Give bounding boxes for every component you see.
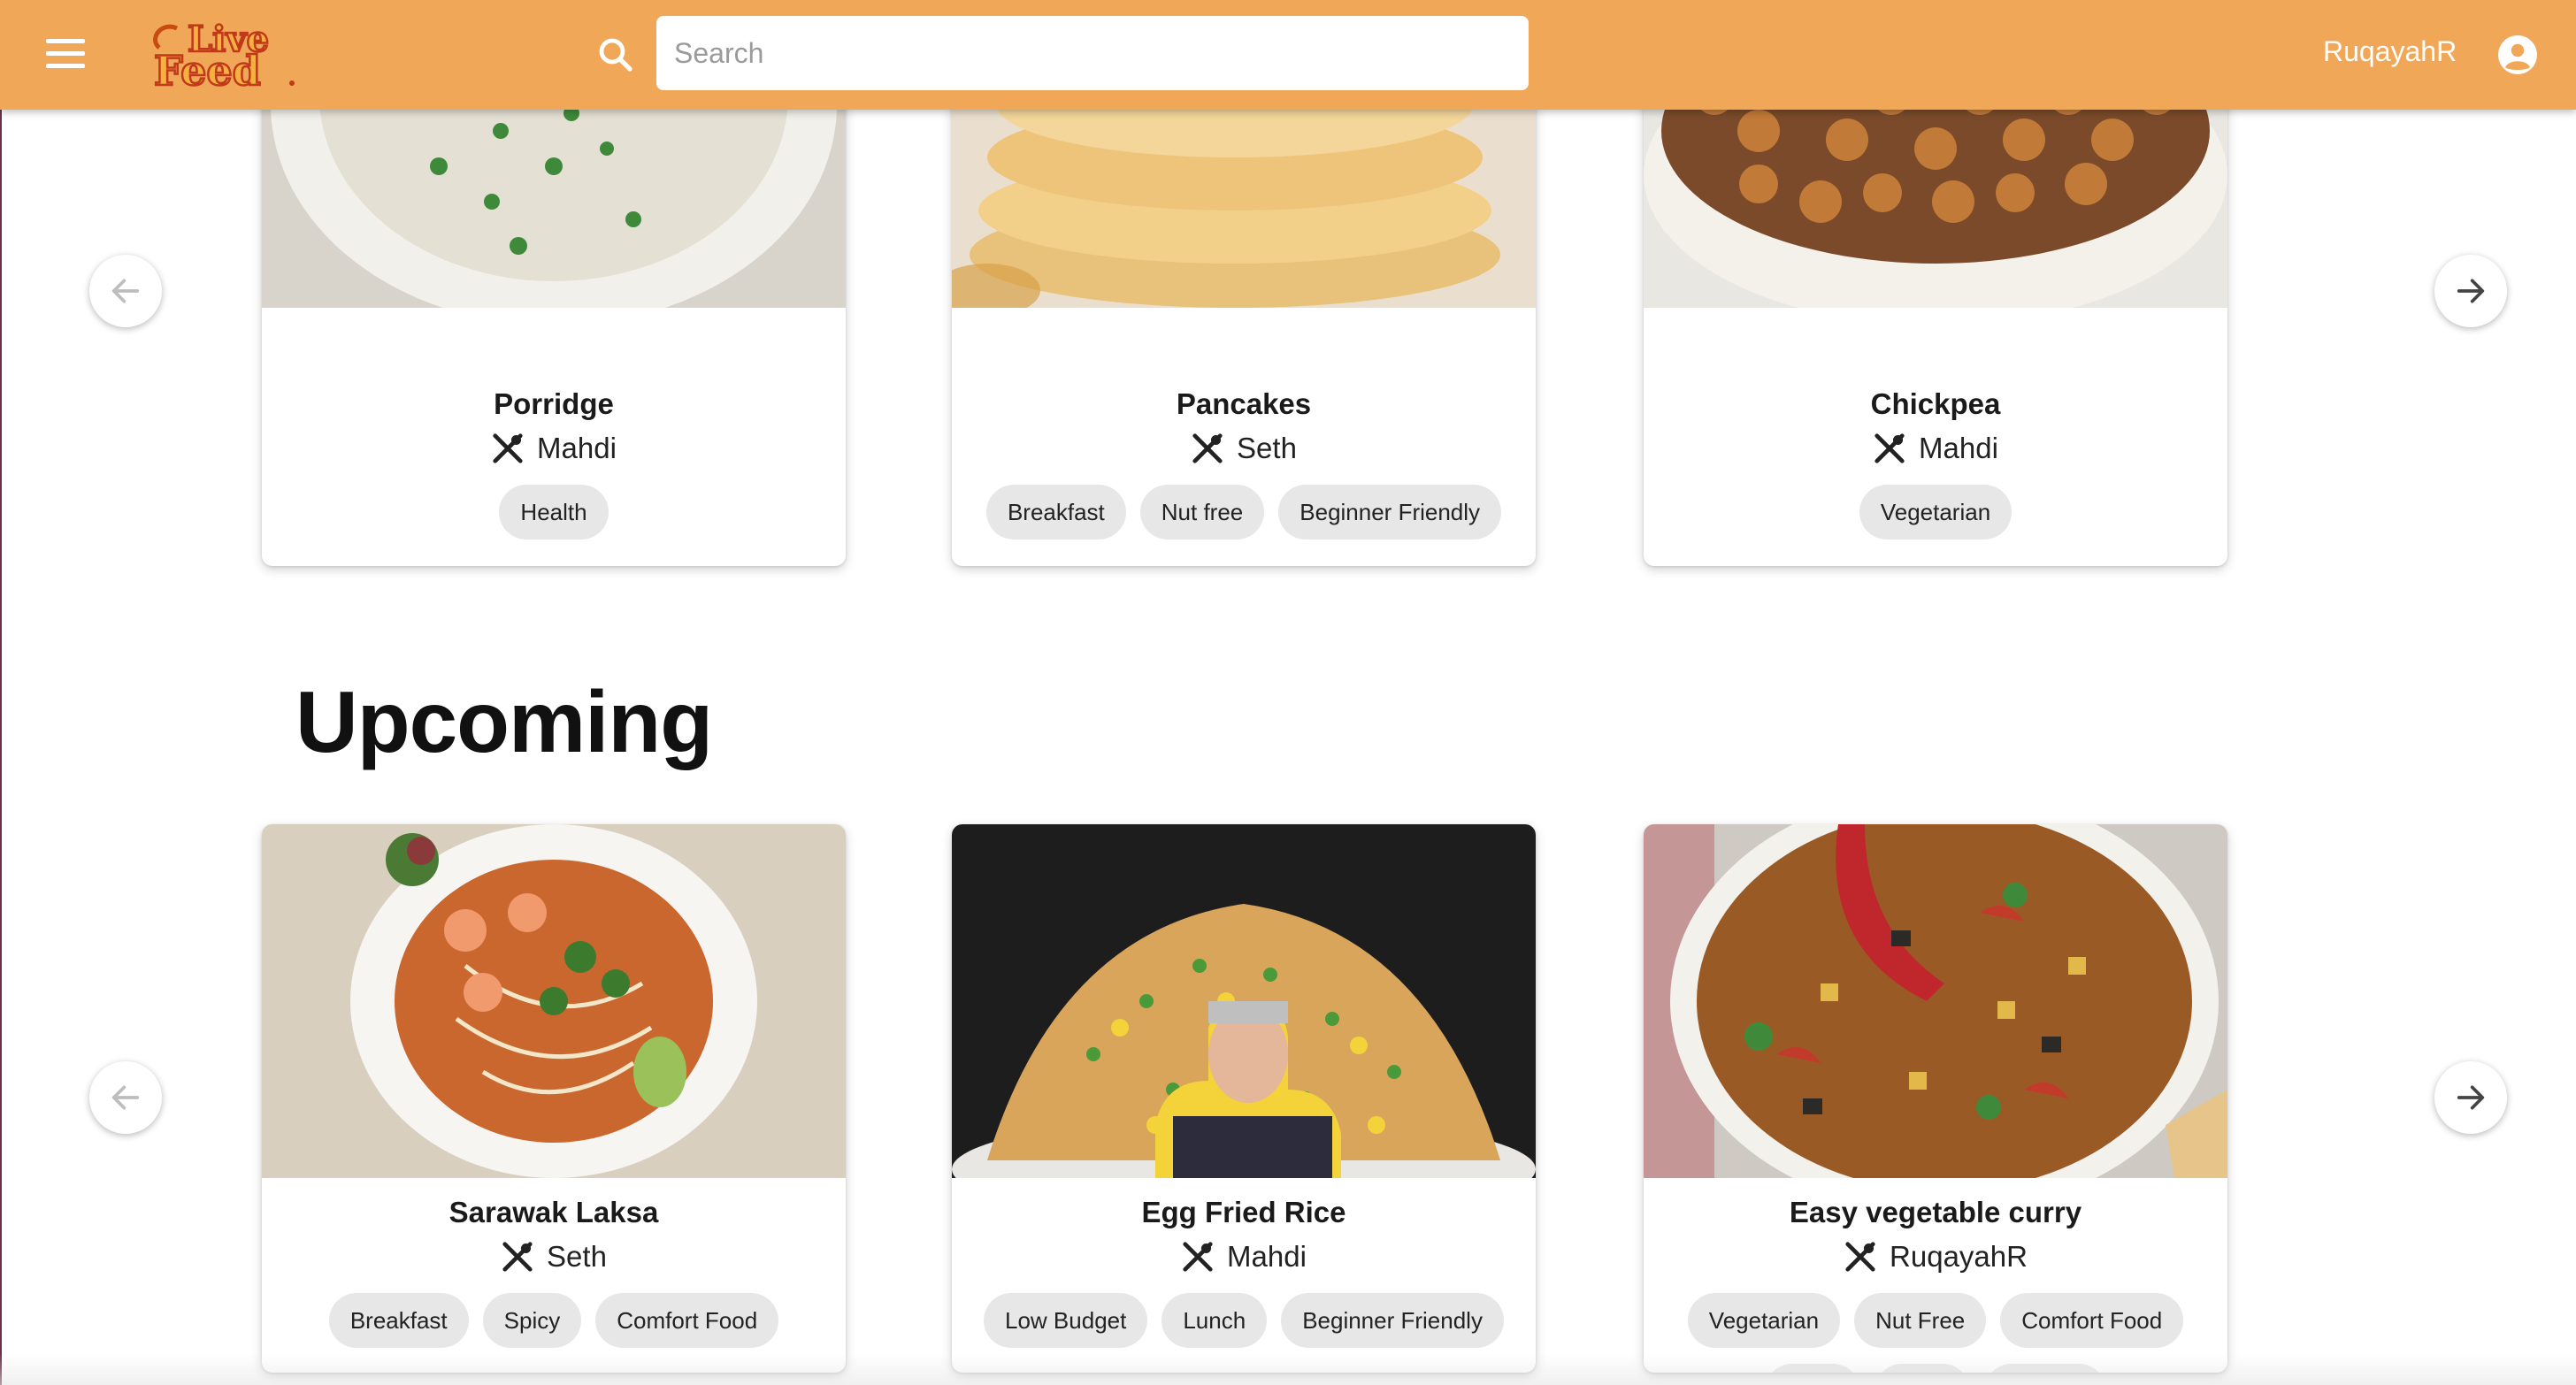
tag-chip[interactable]: Low Budget xyxy=(984,1293,1148,1348)
utensils-icon xyxy=(1845,1242,1875,1272)
recipe-title: Porridge xyxy=(494,387,614,420)
utensils-icon xyxy=(1183,1242,1213,1272)
author-name: RuqayahR xyxy=(1890,1240,2028,1273)
tag-list: Low Budget Lunch Beginner Friendly xyxy=(952,1293,1536,1348)
author-name: Mahdi xyxy=(1227,1240,1307,1273)
tag-chip[interactable]: Nut Free xyxy=(1854,1293,1987,1348)
arrow-left-icon xyxy=(111,279,140,303)
tag-chip[interactable]: Vegetarian xyxy=(1859,485,2012,539)
author-name: Mahdi xyxy=(1919,432,1998,464)
tag-chip[interactable]: Comfort Food xyxy=(2000,1293,2184,1348)
author-name: Mahdi xyxy=(537,432,617,464)
recipe-title: Egg Fried Rice xyxy=(1141,1196,1346,1228)
recipe-title: Chickpea xyxy=(1870,387,2001,420)
carousel-prev-button[interactable] xyxy=(89,255,162,327)
menu-icon[interactable] xyxy=(46,39,85,71)
tag-chip[interactable]: Lunch xyxy=(1162,1293,1268,1348)
carousel-prev-button[interactable] xyxy=(89,1061,162,1134)
carousel-next-button[interactable] xyxy=(2434,255,2507,327)
section-title-upcoming: Upcoming xyxy=(295,673,713,770)
recipe-image-vegetable-curry xyxy=(1644,824,2227,1178)
author-name: Seth xyxy=(1237,432,1297,464)
author-name: Seth xyxy=(547,1240,607,1273)
recipe-image-sarawak-laksa xyxy=(262,824,846,1178)
carousel-next-button[interactable] xyxy=(2434,1061,2507,1134)
tag-list: Breakfast Spicy Comfort Food xyxy=(262,1293,846,1348)
username-label[interactable]: RuqayahR xyxy=(2323,35,2457,68)
tag-chip[interactable]: Beginner Friendly xyxy=(1281,1293,1504,1348)
svg-text:Feed: Feed xyxy=(154,47,261,92)
utensils-icon xyxy=(1192,433,1223,463)
tag-chip[interactable]: Breakfast xyxy=(328,1293,469,1348)
tag-list: Health xyxy=(262,485,846,539)
recipe-image-egg-fried-rice xyxy=(952,824,1536,1178)
search-input[interactable] xyxy=(656,16,1529,90)
live-feed-logo[interactable]: Live Feed xyxy=(142,12,301,96)
tag-chip[interactable]: Breakfast xyxy=(985,485,1126,539)
tag-chip[interactable]: Health xyxy=(499,485,609,539)
tag-list: Vegetarian Nut Free Comfort Food xyxy=(1644,1293,2227,1348)
arrow-right-icon xyxy=(2457,279,2485,303)
recipe-author: Mahdi xyxy=(262,432,846,465)
utensils-icon xyxy=(493,433,523,463)
tag-chip[interactable]: Beginner Friendly xyxy=(1278,485,1502,539)
tag-chip[interactable]: Comfort Food xyxy=(595,1293,779,1348)
arrow-left-icon xyxy=(111,1085,140,1110)
tag-list: Breakfast Nut free Beginner Friendly xyxy=(952,485,1536,539)
recipe-card[interactable]: Sarawak Laksa Seth Breakfast Spicy Comfo… xyxy=(262,824,846,1373)
app-bar: Live Feed RuqayahR xyxy=(0,0,2576,110)
tag-list: Vegetarian xyxy=(1644,485,2227,539)
recipe-card[interactable]: Easy vegetable curry RuqayahR Vegetarian… xyxy=(1644,824,2227,1373)
recipe-author: Mahdi xyxy=(1644,432,2227,465)
scroll-fade xyxy=(0,1353,2576,1385)
recipe-card[interactable]: Egg Fried Rice Mahdi Low Budget Lunch Be… xyxy=(952,824,1536,1373)
tag-chip[interactable]: Vegetarian xyxy=(1687,1293,1841,1348)
recipe-title: Sarawak Laksa xyxy=(448,1196,659,1228)
recipe-title: Pancakes xyxy=(1176,387,1312,420)
tag-chip[interactable]: Spicy xyxy=(482,1293,582,1348)
utensils-icon xyxy=(502,1242,533,1272)
search-icon[interactable] xyxy=(594,34,637,76)
recipe-author: RuqayahR xyxy=(1644,1240,2227,1274)
window-edge xyxy=(0,0,2,1385)
recipe-author: Seth xyxy=(262,1240,846,1274)
arrow-right-icon xyxy=(2457,1085,2485,1110)
recipe-title: Easy vegetable curry xyxy=(1789,1196,2082,1228)
utensils-icon xyxy=(1874,433,1905,463)
tag-chip[interactable]: Nut free xyxy=(1139,485,1265,539)
recipe-author: Mahdi xyxy=(952,1240,1536,1274)
account-circle-icon[interactable] xyxy=(2496,34,2539,76)
recipe-author: Seth xyxy=(952,432,1536,465)
